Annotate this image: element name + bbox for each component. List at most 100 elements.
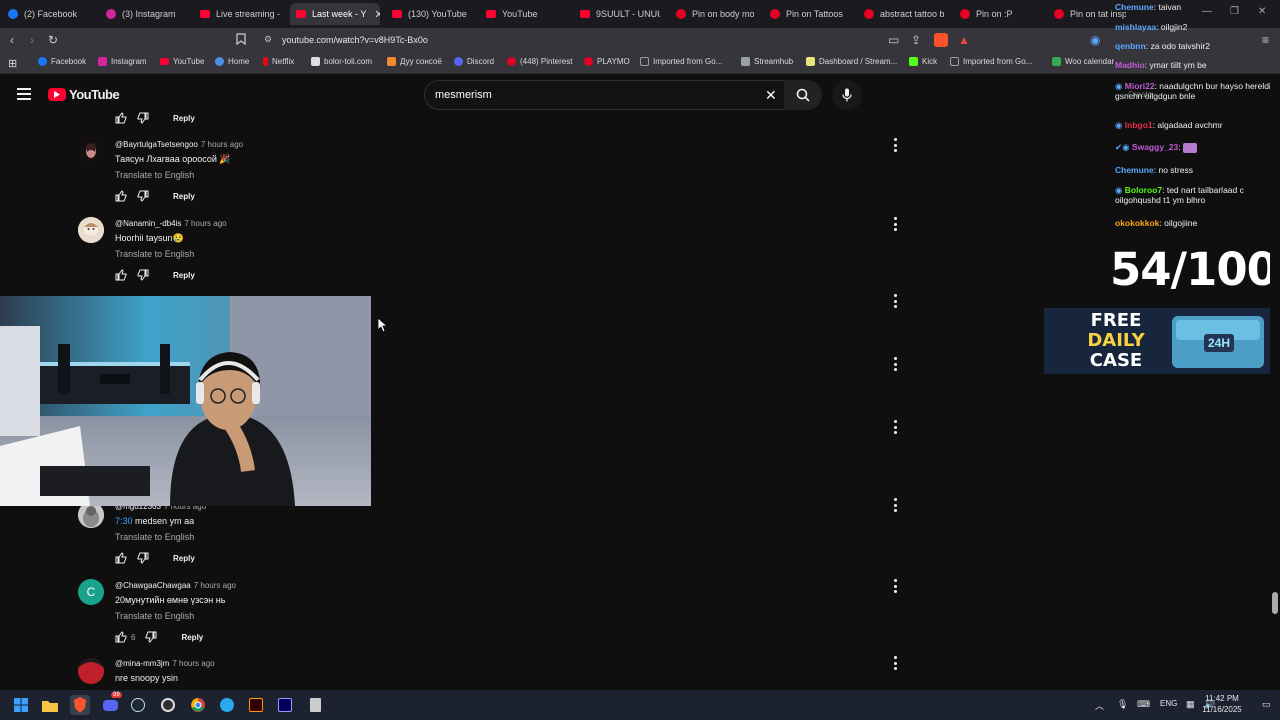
avatar[interactable] [78,217,104,243]
comment-time[interactable]: 7 hours ago [184,219,226,228]
forward-icon[interactable]: › [30,33,34,47]
voice-search-button[interactable] [832,80,862,110]
reply-button[interactable]: Reply [173,114,195,123]
bookmark-discord[interactable]: Discord [454,57,494,66]
bookmark-pinterest[interactable]: (448) Pinterest [507,57,572,66]
comment-menu-icon[interactable] [892,357,898,371]
obs-icon[interactable] [158,695,178,715]
tab-youtube-130[interactable]: (130) YouTube [392,3,476,25]
share-icon[interactable]: ⇪ [911,33,921,47]
media-playing-icon[interactable]: ◉ [1090,33,1100,47]
microphone-tray-icon[interactable]: 🎙 [1117,699,1128,710]
dislike-icon[interactable] [137,269,149,281]
like-icon[interactable] [115,552,127,564]
translate-link[interactable]: Translate to English [115,532,194,542]
site-settings-icon[interactable]: ⚙ [264,34,272,45]
steam-icon[interactable] [128,695,148,715]
notepad-icon[interactable] [305,695,325,715]
like-icon[interactable] [115,269,127,281]
comment-menu-icon[interactable] [892,294,898,308]
tab-abstract-tattoo[interactable]: abstract tattoo by [864,3,944,25]
avatar[interactable] [78,658,104,684]
bookmark-streamhub[interactable]: Streamhub [741,57,793,66]
comment-menu-icon[interactable] [892,656,898,670]
address-bar[interactable]: ⚙ youtube.com/watch?v=v8H9Tc-Bx0o [256,30,976,50]
bookmark-bolor-toli[interactable]: bolor-toli.com [311,57,372,66]
search-input[interactable]: mesmerism ✕ [424,80,788,110]
reply-button[interactable]: Reply [173,192,195,201]
tab-pin-tattoos[interactable]: Pin on Tattoos [770,3,850,25]
bookmark-youtube[interactable]: YouTube [160,57,204,66]
like-icon[interactable] [115,631,127,643]
bookmark-playmo[interactable]: PLAYMO [584,57,630,66]
comment-author[interactable]: @BayrtulgaTsetsengoo 7 hours ago [115,140,243,149]
discord-icon[interactable]: 99 [100,692,122,715]
reply-button[interactable]: Reply [173,554,195,563]
tab-youtube[interactable]: YouTube [486,3,566,25]
comment-menu-icon[interactable] [892,498,898,512]
comment-time[interactable]: 7 hours ago [201,140,243,149]
bookmark-kick[interactable]: Kick [909,57,937,66]
bookmark-instagram[interactable]: Instagram [98,57,147,66]
bookmark-netflix[interactable]: Netflix [263,57,294,66]
bookmark-folder-imported-1[interactable]: Imported from Go... [640,57,722,66]
tab-pin-body-mod[interactable]: Pin on body mod [676,3,754,25]
brave-shields-icon[interactable] [934,33,948,47]
tab-live-streaming[interactable]: Live streaming - Y [200,3,280,25]
bookmark-home[interactable]: Home [215,57,249,66]
comment-menu-icon[interactable] [892,579,898,593]
search-button[interactable] [784,80,822,110]
like-icon[interactable] [115,190,127,202]
dislike-icon[interactable] [145,631,157,643]
bookmark-dashboard-stream[interactable]: Dashboard / Stream... [806,57,897,66]
avatar[interactable]: C [78,579,104,605]
reload-icon[interactable]: ↻ [48,33,58,47]
comment-menu-icon[interactable] [892,420,898,434]
bookmark-folder-imported-2[interactable]: Imported from Go... [950,57,1032,66]
tab-pin-p[interactable]: Pin on :P [960,3,1040,25]
avatar[interactable] [78,138,104,164]
language-indicator[interactable]: ENG [1160,699,1177,708]
tab-9suult[interactable]: 9SUULT - UNUU [580,3,660,25]
reply-button[interactable]: Reply [173,271,195,280]
comment-author[interactable]: @ChawgaaChawgaa 7 hours ago [115,581,236,590]
chrome-icon[interactable] [188,695,208,715]
premiere-icon[interactable] [275,695,295,715]
notification-icon[interactable]: ▭ [1262,699,1271,710]
clear-search-icon[interactable]: ✕ [765,87,777,104]
back-icon[interactable]: ‹ [10,33,14,47]
windows-start-icon[interactable] [11,695,31,715]
comment-menu-icon[interactable] [892,217,898,231]
dislike-icon[interactable] [137,552,149,564]
bookmark-woo-calendar[interactable]: Woo calendar [1052,57,1114,66]
comment-author[interactable]: @mina-mm3jm 7 hours ago [115,659,215,668]
close-tab-icon[interactable]: ✕ [374,8,380,21]
comment-time[interactable]: 7 hours ago [194,581,236,590]
reply-button[interactable]: Reply [181,633,203,642]
tab-facebook[interactable]: (2) Facebook [8,3,94,25]
illustrator-icon[interactable] [246,695,266,715]
tab-last-week-active[interactable]: Last week - Y ✕ [290,3,380,25]
network-icon[interactable]: ▦ [1186,699,1195,710]
dislike-icon[interactable] [137,112,149,124]
like-icon[interactable] [115,112,127,124]
hamburger-menu-icon[interactable] [17,88,31,100]
keyboard-tray-icon[interactable]: ⌨ [1137,699,1150,710]
comment-author[interactable]: @Nanamin_-db4is 7 hours ago [115,219,227,228]
tab-instagram[interactable]: (3) Instagram [106,3,192,25]
translate-link[interactable]: Translate to English [115,611,194,621]
brave-rewards-icon[interactable]: ▲ [958,33,970,47]
dislike-icon[interactable] [137,190,149,202]
tray-overflow-icon[interactable]: ︿ [1095,699,1104,712]
translate-link[interactable]: Translate to English [115,170,194,180]
bookmark-page-icon[interactable] [236,33,246,48]
scrollbar-thumb[interactable] [1272,592,1278,614]
telegram-icon[interactable] [217,695,237,715]
system-clock[interactable]: 11:42 PM 11/16/2025 [1196,693,1248,715]
timestamp-link[interactable]: 7:30 [115,516,133,526]
file-explorer-icon[interactable] [40,695,60,715]
brave-browser-icon[interactable] [70,695,90,715]
bookmark-duu-sonsoyo[interactable]: Дуу сонсоё [387,57,442,66]
translate-link[interactable]: Translate to English [115,249,194,259]
youtube-logo[interactable]: YouTube [48,87,120,102]
